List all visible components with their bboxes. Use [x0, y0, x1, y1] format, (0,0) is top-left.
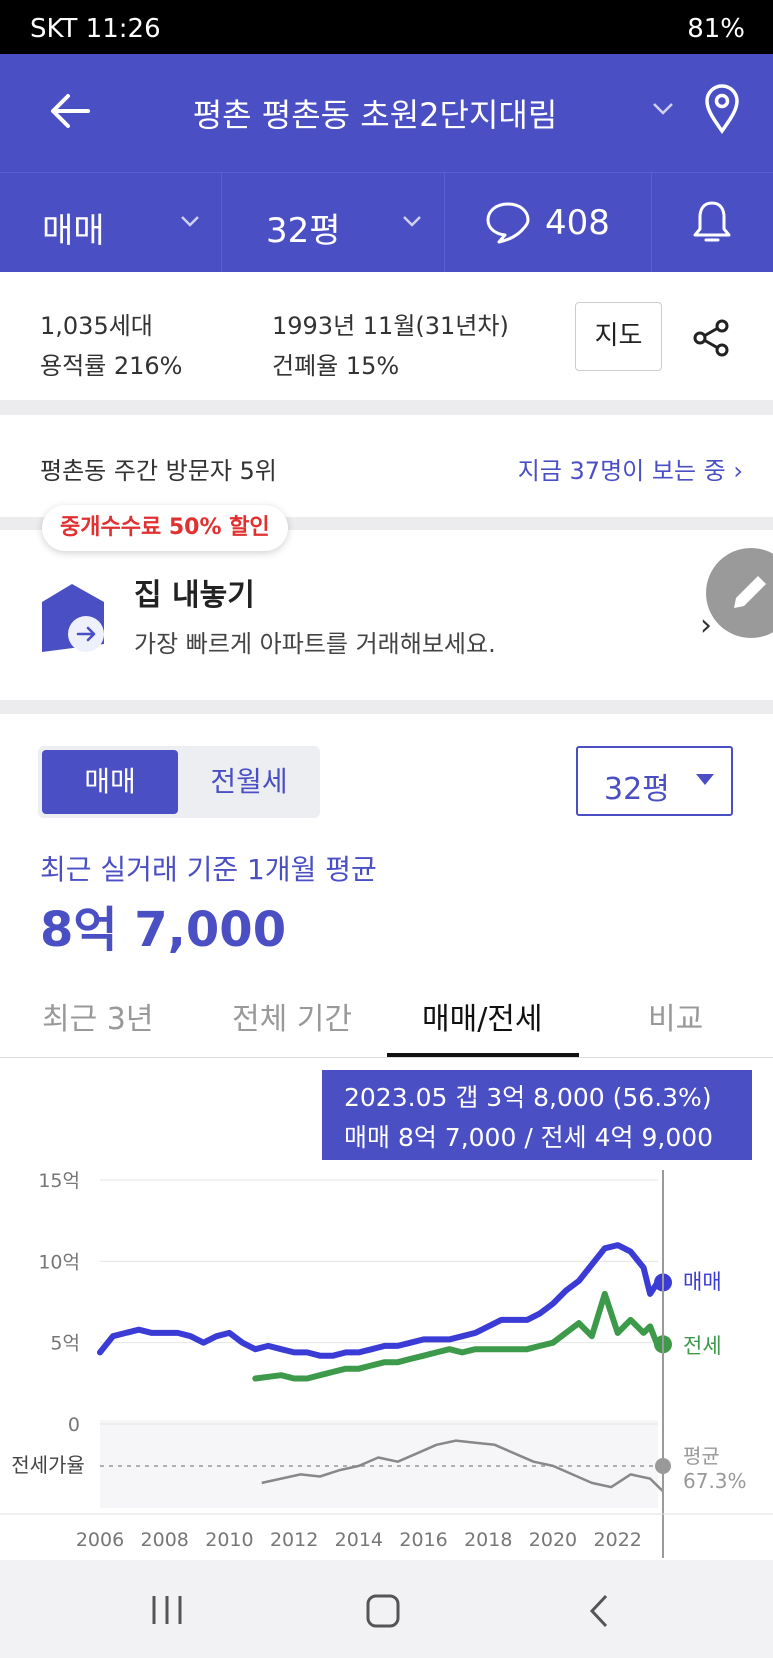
size-label: 32평 — [266, 211, 341, 251]
visitor-row: 평촌동 주간 방문자 5위 지금 37명이 보는 중 › — [0, 415, 773, 517]
sell-title: 집 내놓기 — [134, 578, 255, 613]
x-tick-label: 2012 — [270, 1529, 318, 1551]
active-tab-indicator — [387, 1053, 579, 1057]
app-bar: 평촌 평촌동 초원2단지대림 — [0, 54, 773, 172]
back-arrow-icon[interactable] — [48, 88, 94, 134]
carrier-time: SKT 11:26 — [30, 14, 161, 44]
sell-subtitle: 가장 빠르게 아파트를 거래해보세요. — [134, 630, 496, 658]
divider — [0, 400, 773, 415]
share-icon[interactable] — [692, 318, 732, 358]
tab-compare[interactable]: 비교 — [648, 994, 703, 1038]
chevron-down-icon[interactable] — [652, 102, 674, 116]
visitor-rank: 평촌동 주간 방문자 5위 — [40, 457, 277, 485]
tooltip-line-1: 2023.05 갭 3억 8,000 (56.3%) — [344, 1083, 712, 1112]
average-caption: 최근 실거래 기준 1개월 평균 — [40, 853, 377, 886]
divider — [0, 700, 773, 714]
x-tick-label: 2006 — [76, 1529, 124, 1551]
floor-area-ratio: 용적률 216% — [40, 352, 183, 380]
status-bar: SKT 11:26 81% — [0, 0, 773, 54]
segment-rent[interactable]: 전월세 — [182, 750, 316, 814]
house-arrow-icon — [42, 584, 104, 652]
x-tick-label: 2010 — [205, 1529, 253, 1551]
ratio-avg-value: 67.3% — [683, 1469, 747, 1493]
viewing-now-link[interactable]: 지금 37명이 보는 중 › — [518, 451, 743, 486]
chevron-right-icon: › — [733, 457, 743, 485]
chevron-down-icon — [181, 216, 199, 227]
y-tick-label: 10억 — [38, 1251, 80, 1273]
tooltip-line-2: 매매 8억 7,000 / 전세 4억 9,000 — [344, 1123, 714, 1152]
pencil-icon — [734, 576, 766, 608]
building-coverage-ratio: 건폐율 15% — [272, 352, 400, 380]
segment-sale[interactable]: 매매 — [42, 750, 178, 814]
caret-down-icon — [696, 774, 714, 785]
x-tick-label: 2014 — [335, 1529, 383, 1551]
y-tick-label: 15억 — [38, 1170, 80, 1192]
comments-button[interactable]: 408 — [445, 173, 652, 273]
households: 1,035세대 — [40, 312, 153, 340]
complex-title[interactable]: 평촌 평촌동 초원2단지대림 — [110, 90, 640, 136]
ratio-band — [100, 1420, 658, 1508]
period-tabs: 최근 3년 전체 기간 매매/전세 비교 — [0, 980, 773, 1058]
x-tick-label: 2020 — [529, 1529, 577, 1551]
ratio-avg-label: 평균 — [683, 1444, 720, 1468]
comment-count: 408 — [545, 203, 610, 243]
average-price: 8억 7,000 — [40, 902, 287, 958]
x-tick-label: 2016 — [399, 1529, 447, 1551]
system-nav-bar — [0, 1560, 773, 1658]
x-tick-label: 2008 — [141, 1529, 189, 1551]
back-icon[interactable] — [588, 1594, 610, 1628]
ratio-label: 전세가율 — [11, 1453, 85, 1477]
battery-level: 81% — [687, 14, 745, 44]
home-icon[interactable] — [366, 1594, 400, 1628]
sell-home-banner[interactable]: 집 내놓기 가장 빠르게 아파트를 거래해보세요. › — [0, 530, 773, 700]
tab-all-period[interactable]: 전체 기간 — [232, 994, 352, 1038]
notification-button[interactable] — [652, 173, 773, 273]
x-tick-label: 2018 — [464, 1529, 512, 1551]
trade-segmented-control: 매매 전월세 — [38, 746, 320, 818]
series-label-sale: 매매 — [683, 1270, 722, 1294]
fee-discount-badge: 중개수수료 50% 할인 — [42, 505, 288, 551]
recent-apps-icon[interactable] — [150, 1594, 184, 1626]
tab-recent-3y[interactable]: 최근 3년 — [42, 994, 153, 1038]
built-date: 1993년 11월(31년차) — [272, 312, 509, 340]
chart-tooltip: 2023.05 갭 3억 8,000 (56.3%) 매매 8억 7,000 /… — [322, 1070, 752, 1160]
trade-type-label: 매매 — [42, 211, 105, 251]
chart-size-select[interactable]: 32평 — [576, 746, 733, 816]
chart-size-label: 32평 — [604, 772, 670, 807]
viewing-now-label: 지금 37명이 보는 중 — [517, 457, 726, 485]
y-tick-label: 5억 — [50, 1333, 80, 1355]
chevron-down-icon — [403, 216, 421, 227]
map-pin-icon[interactable] — [704, 84, 740, 134]
tab-sale-jeonse[interactable]: 매매/전세 — [422, 994, 543, 1038]
y-tick-label: 0 — [68, 1414, 80, 1436]
size-select[interactable]: 32평 — [222, 173, 445, 273]
filter-bar: 매매 32평 408 — [0, 172, 773, 273]
bell-icon — [693, 201, 731, 242]
map-button[interactable]: 지도 — [575, 302, 662, 371]
x-tick-label: 2022 — [594, 1529, 642, 1551]
series-label-jeonse: 전세 — [683, 1334, 722, 1358]
speech-bubble-icon — [486, 202, 530, 244]
trade-type-select[interactable]: 매매 — [0, 173, 222, 273]
